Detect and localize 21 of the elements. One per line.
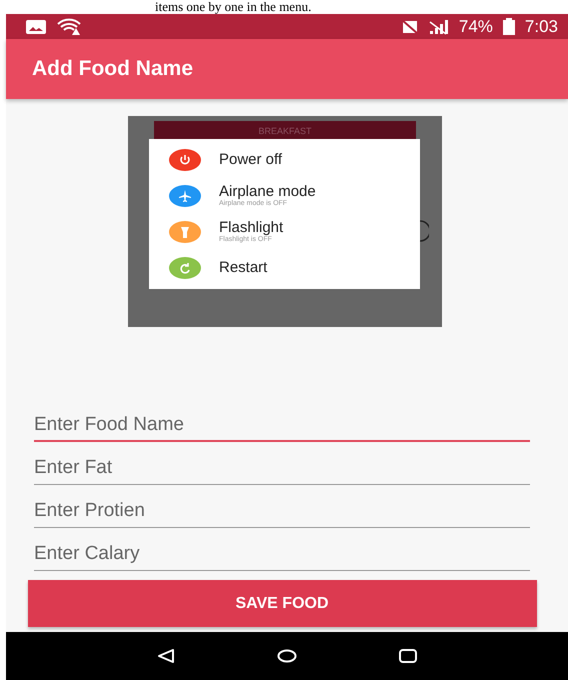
menu-item-label[interactable]: Flashlight <box>219 220 284 236</box>
circle-edge-icon <box>419 220 429 242</box>
image-icon <box>26 20 46 34</box>
text-field[interactable]: Enter Fat <box>34 452 530 485</box>
save-button[interactable]: SAVE FOOD <box>28 580 536 627</box>
text-field[interactable]: Enter Protien <box>34 495 530 528</box>
text-field[interactable]: Enter Food Name <box>34 409 530 442</box>
menu-item-label[interactable]: Power off <box>219 152 282 168</box>
home-icon[interactable] <box>277 649 297 663</box>
menu-item-label[interactable]: Restart <box>219 260 268 276</box>
recents-icon[interactable] <box>399 649 417 663</box>
back-icon[interactable] <box>157 648 175 664</box>
wifi-icon <box>56 18 82 36</box>
signal-icon <box>428 18 449 34</box>
no-sim-icon <box>400 18 419 34</box>
app-bar-title: Add Food Name <box>32 57 193 81</box>
battery-icon <box>502 18 515 35</box>
text-field[interactable]: Enter Calary <box>34 538 530 571</box>
clock-time: 7:03 <box>524 16 558 36</box>
menu-item-label[interactable]: Airplane mode <box>219 184 316 200</box>
battery-percent: 74% <box>458 16 493 36</box>
